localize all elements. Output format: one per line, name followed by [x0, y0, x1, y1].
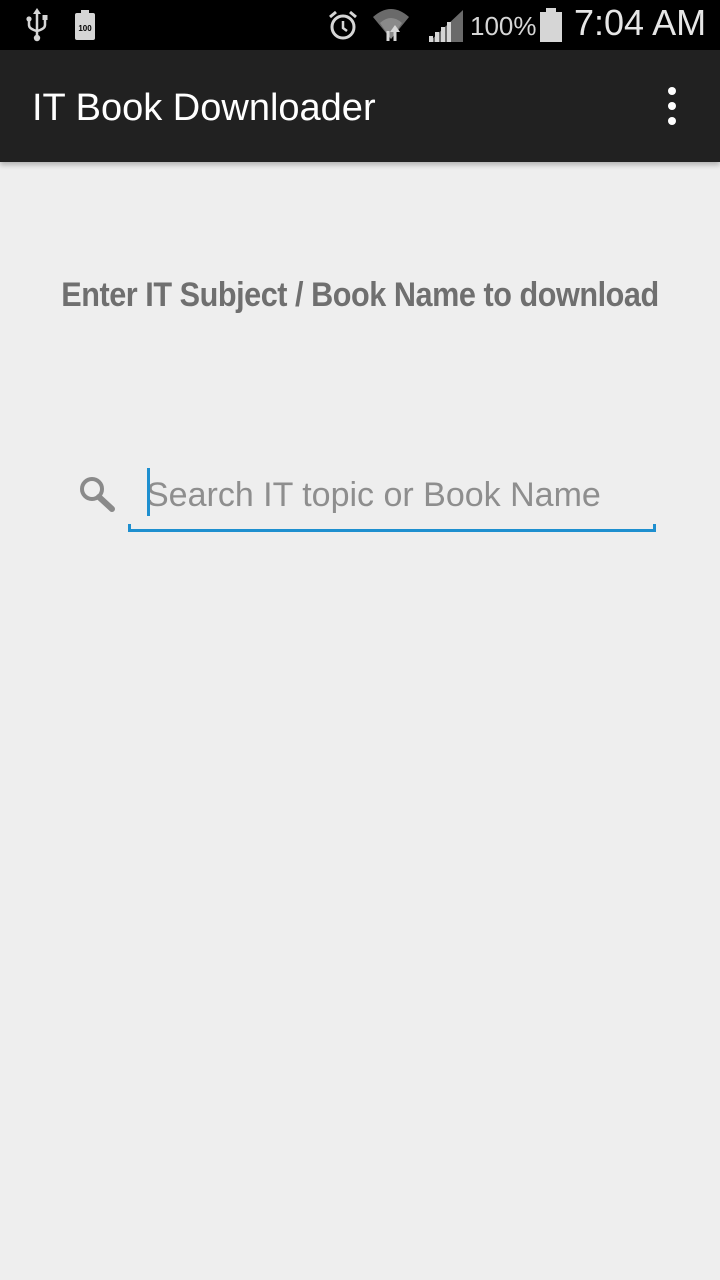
- prompt-heading: Enter IT Subject / Book Name to download: [61, 276, 659, 314]
- battery-notification-label: 100: [78, 24, 92, 33]
- alarm-icon: [326, 0, 360, 50]
- battery-notification-icon: 100: [72, 0, 98, 50]
- text-cursor: [147, 468, 150, 516]
- search-underline: [128, 529, 656, 532]
- status-bar: 100 100% 7:04 AM: [0, 0, 720, 50]
- search-field[interactable]: [128, 462, 656, 532]
- search-underline-tick: [128, 524, 131, 532]
- app-bar: IT Book Downloader: [0, 50, 720, 162]
- overflow-dot: [668, 117, 676, 125]
- app-title: IT Book Downloader: [32, 87, 376, 129]
- clock-time: 7:04 AM: [574, 2, 707, 43]
- battery-percent: 100%: [470, 11, 537, 41]
- search-icon: [76, 474, 118, 516]
- signal-icon: [426, 0, 464, 50]
- overflow-dot: [668, 102, 676, 110]
- overflow-dot: [668, 87, 676, 95]
- battery-icon: [538, 0, 564, 50]
- more-vert-icon[interactable]: [648, 78, 696, 134]
- wifi-icon: [370, 0, 412, 50]
- search-input[interactable]: [146, 470, 646, 520]
- search-underline-tick: [653, 524, 656, 532]
- usb-icon: [22, 0, 52, 50]
